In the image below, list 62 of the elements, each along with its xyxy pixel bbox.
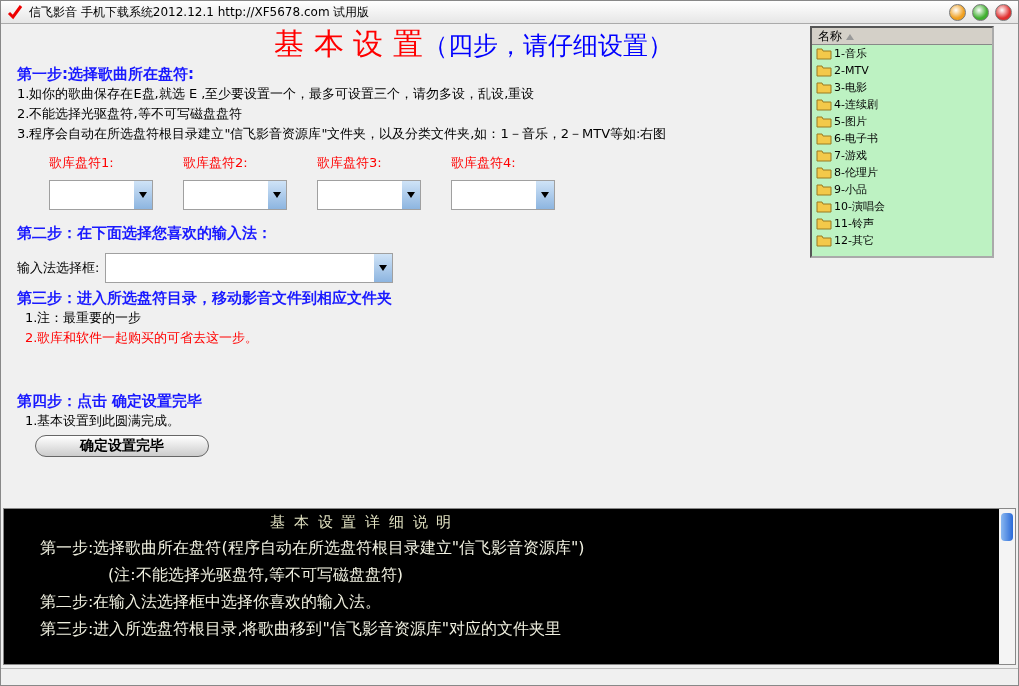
details-text: 第一步:选择歌曲所在盘符(程序自动在所选盘符根目录建立"信飞影音资源库")	[40, 538, 586, 559]
dropdown-arrow-icon[interactable]	[139, 192, 147, 198]
folder-icon	[816, 47, 832, 60]
column-header[interactable]: 名称	[812, 28, 992, 45]
folder-item[interactable]: 11-铃声	[812, 215, 992, 232]
folder-item[interactable]: 10-演唱会	[812, 198, 992, 215]
sort-up-icon	[845, 34, 854, 40]
confirm-button[interactable]: 确定设置完毕	[35, 435, 209, 457]
drive-label: 歌库盘符4:	[451, 154, 517, 172]
page-heading: 基 本 设 置	[274, 26, 423, 61]
folder-icon	[816, 217, 832, 230]
step-title: 第三步：进入所选盘符目录，移动影音文件到相应文件夹	[17, 289, 393, 308]
folder-item[interactable]: 3-电影	[812, 79, 992, 96]
minimize-button[interactable]	[949, 3, 966, 21]
step-title: 第二步：在下面选择您喜欢的输入法：	[17, 224, 273, 243]
folder-item[interactable]: 1-音乐	[812, 45, 992, 62]
drive-label: 歌库盘符3:	[317, 154, 383, 172]
drive-label: 歌库盘符2:	[183, 154, 249, 172]
step-title: 第一步:选择歌曲所在盘符:	[17, 65, 195, 84]
close-button[interactable]	[995, 3, 1012, 21]
folder-item[interactable]: 9-小品	[812, 181, 992, 198]
window-title: 信飞影音 手机下载系统2012.12.1 http://XF5678.com 试用版	[29, 3, 371, 21]
step-title: 第四步：点击 确定设置完毕	[17, 392, 204, 411]
folder-icon	[816, 149, 832, 162]
folder-icon	[816, 98, 832, 111]
folder-item[interactable]: 7-游戏	[812, 147, 992, 164]
instruction-text: 1.如你的歌曲保存在E盘,就选 E ,至少要设置一个，最多可设置三个，请勿多设，乱设,重设	[17, 85, 536, 103]
dropdown-arrow-icon[interactable]	[273, 192, 281, 198]
folder-icon	[816, 200, 832, 213]
folder-item[interactable]: 6-电子书	[812, 130, 992, 147]
checkmark-icon	[7, 4, 23, 20]
scrollbar[interactable]	[999, 509, 1015, 664]
details-text: 第二步:在输入法选择框中选择你喜欢的输入法。	[40, 592, 383, 613]
folder-icon	[816, 183, 832, 196]
folder-item[interactable]: 5-图片	[812, 113, 992, 130]
field-label: 输入法选择框:	[17, 259, 100, 277]
instruction-text: 2.歌库和软件一起购买的可省去这一步。	[24, 329, 260, 347]
details-text: 第三步:进入所选盘符根目录,将歌曲移到"信飞影音资源库"对应的文件夹里	[40, 619, 563, 640]
folder-icon	[816, 81, 832, 94]
maximize-button[interactable]	[972, 3, 989, 21]
scroll-thumb[interactable]	[1001, 513, 1013, 541]
details-text: (注:不能选择光驱盘符,等不可写磁盘盘符)	[107, 565, 404, 586]
input-method-dropdown[interactable]	[105, 253, 394, 283]
instruction-text: 1.注：最重要的一步	[24, 309, 143, 327]
folder-icon	[816, 115, 832, 128]
folder-item[interactable]: 2-MTV	[812, 62, 992, 79]
instruction-text: 2.不能选择光驱盘符,等不可写磁盘盘符	[17, 105, 243, 123]
instruction-text: 3.程序会自动在所选盘符根目录建立"信飞影音资源库"文件夹，以及分类文件夹,如：1－音乐，2－MTV等如:右图	[17, 125, 668, 143]
details-title: 基 本 设 置 详 细 说 明	[269, 513, 455, 532]
page-subheading: （四步，请仔细设置）	[422, 31, 673, 60]
drive-label: 歌库盘符1:	[49, 154, 115, 172]
instruction-text: 1.基本设置到此圆满完成。	[24, 412, 182, 430]
folder-icon	[816, 234, 832, 247]
dropdown-arrow-icon[interactable]	[379, 265, 388, 271]
dropdown-arrow-icon[interactable]	[407, 192, 415, 198]
folder-item[interactable]: 4-连续剧	[812, 96, 992, 113]
folder-item[interactable]: 8-伦理片	[812, 164, 992, 181]
folder-icon	[816, 64, 832, 77]
folder-icon	[816, 132, 832, 145]
folder-item[interactable]: 12-其它	[812, 232, 992, 249]
dropdown-arrow-icon[interactable]	[541, 192, 549, 198]
folder-icon	[816, 166, 832, 179]
